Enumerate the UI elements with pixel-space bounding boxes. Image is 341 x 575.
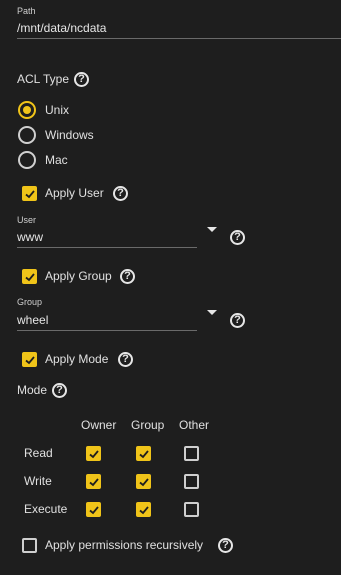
mode-row-write: Write (24, 474, 52, 488)
apply-mode-checkbox[interactable] (22, 352, 37, 367)
recursive-label[interactable]: Apply permissions recursively (45, 538, 203, 552)
user-select[interactable]: www (17, 230, 43, 244)
apply-user-checkbox[interactable] (22, 186, 37, 201)
mode-col-owner: Owner (81, 418, 117, 432)
check-icon (24, 189, 35, 198)
check-icon (138, 449, 149, 458)
user-underline (17, 247, 197, 248)
recursive-checkbox[interactable] (22, 538, 37, 553)
help-icon[interactable]: ? (230, 230, 245, 245)
check-icon (88, 477, 99, 486)
help-icon[interactable]: ? (74, 72, 89, 87)
read-owner-checkbox[interactable] (86, 446, 101, 461)
read-group-checkbox[interactable] (136, 446, 151, 461)
acl-unix-radio[interactable] (18, 101, 36, 119)
check-icon (88, 449, 99, 458)
apply-group-checkbox[interactable] (22, 269, 37, 284)
mode-col-other: Other (179, 418, 210, 432)
group-underline (17, 330, 197, 331)
apply-user-label[interactable]: Apply User (45, 186, 104, 200)
check-icon (138, 477, 149, 486)
check-icon (88, 505, 99, 514)
read-other-checkbox[interactable] (184, 446, 199, 461)
mode-col-group: Group (131, 418, 165, 432)
path-underline (17, 38, 341, 39)
write-other-checkbox[interactable] (184, 474, 199, 489)
path-input[interactable]: /mnt/data/ncdata (17, 21, 106, 35)
user-label: User (17, 215, 37, 225)
check-icon (24, 272, 35, 281)
caret-down-icon[interactable] (207, 227, 217, 232)
radio-selected-dot (23, 106, 31, 114)
help-icon[interactable]: ? (113, 186, 128, 201)
execute-other-checkbox[interactable] (184, 502, 199, 517)
help-icon[interactable]: ? (230, 313, 245, 328)
group-label: Group (17, 297, 43, 307)
acl-mac-label[interactable]: Mac (45, 153, 68, 167)
help-icon[interactable]: ? (52, 383, 67, 398)
apply-mode-label[interactable]: Apply Mode (45, 352, 108, 366)
acl-type-label: ACL Type (17, 72, 70, 86)
mode-row-read: Read (24, 446, 53, 460)
write-group-checkbox[interactable] (136, 474, 151, 489)
acl-windows-label[interactable]: Windows (45, 128, 94, 142)
help-icon[interactable]: ? (118, 352, 133, 367)
check-icon (24, 355, 35, 364)
group-select[interactable]: wheel (17, 313, 48, 327)
acl-windows-radio[interactable] (18, 126, 36, 144)
execute-owner-checkbox[interactable] (86, 502, 101, 517)
caret-down-icon[interactable] (207, 310, 217, 315)
help-icon[interactable]: ? (218, 538, 233, 553)
mode-row-execute: Execute (24, 502, 68, 516)
path-label: Path (17, 6, 36, 16)
apply-group-label[interactable]: Apply Group (45, 269, 112, 283)
help-icon[interactable]: ? (120, 269, 135, 284)
acl-mac-radio[interactable] (18, 151, 36, 169)
acl-unix-label[interactable]: Unix (45, 103, 69, 117)
mode-label: Mode (17, 383, 48, 397)
write-owner-checkbox[interactable] (86, 474, 101, 489)
execute-group-checkbox[interactable] (136, 502, 151, 517)
check-icon (138, 505, 149, 514)
